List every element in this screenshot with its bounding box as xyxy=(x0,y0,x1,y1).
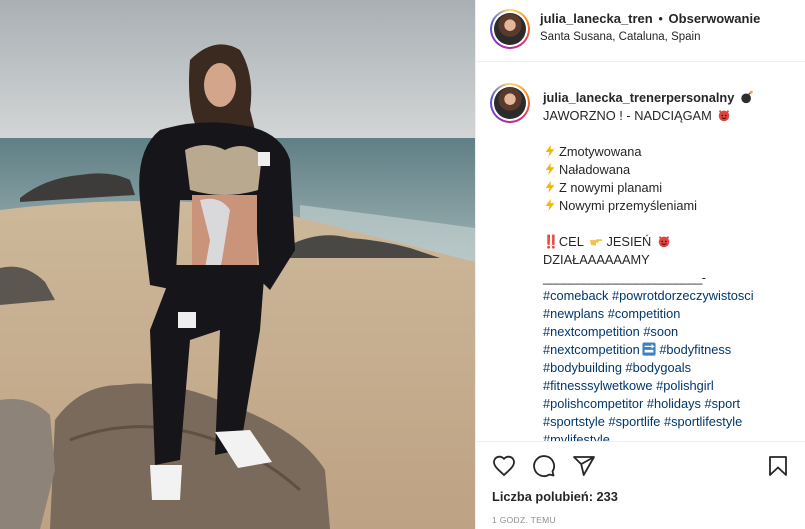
hashtag-link[interactable]: #holidays xyxy=(647,396,701,411)
hashtag-link[interactable]: #bodygoals xyxy=(626,360,691,375)
hashtag-list: #comeback #powrotdorzeczywistosci #newpl… xyxy=(543,287,798,441)
hashtag-link[interactable]: #bodybuilding xyxy=(543,360,622,375)
separator-dot: • xyxy=(658,11,663,26)
hashtag-link[interactable]: #sportlifestyle xyxy=(664,414,742,429)
hashtag-link[interactable]: #sportlife xyxy=(608,414,660,429)
devil-icon xyxy=(719,110,730,122)
lightning-icon xyxy=(545,180,555,194)
hashtag-link[interactable]: #newplans xyxy=(543,306,604,321)
hashtag-link[interactable]: #soon xyxy=(643,324,678,339)
heart-icon xyxy=(493,455,515,477)
caption-line: Zmotywowana xyxy=(559,144,642,159)
action-icons xyxy=(490,452,792,480)
pointing-hand-icon xyxy=(589,239,603,246)
follow-button[interactable]: Obserwowanie xyxy=(669,11,761,26)
lightning-icon xyxy=(545,198,555,212)
author-avatar[interactable] xyxy=(490,9,530,49)
caption-divider: ________________________- xyxy=(543,270,706,285)
like-button[interactable] xyxy=(490,452,518,480)
hashtag-link[interactable]: #comeback xyxy=(543,288,608,303)
hashtag-link[interactable]: #fitnesssylwetkowe xyxy=(543,378,653,393)
hashtag-link[interactable]: #sportstyle xyxy=(543,414,605,429)
caption-line: JESIEŃ xyxy=(606,234,652,249)
bookmark-icon xyxy=(769,456,787,476)
post-actions: Liczba polubień: 233 1 GODZ. TEMU xyxy=(476,441,805,529)
hashtag-link[interactable]: #mylifestyle xyxy=(543,432,610,441)
comment-icon xyxy=(533,455,555,477)
caption-username[interactable]: julia_lanecka_trenerpersonalny xyxy=(543,90,734,105)
caption-line: Naładowana xyxy=(559,162,631,177)
post-header: julia_lanecka_tren • Obserwowanie Santa … xyxy=(476,0,805,62)
caption-avatar[interactable] xyxy=(490,83,530,123)
hashtag-link[interactable]: #bodyfitness xyxy=(659,342,731,357)
soon-arrow-icon xyxy=(642,342,656,356)
caption-line: Z nowymi planami xyxy=(559,180,663,195)
location-link[interactable]: Santa Susana, Cataluna, Spain xyxy=(540,31,700,43)
hashtag-link[interactable]: #nextcompetition xyxy=(543,342,640,357)
hashtag-link[interactable]: #powrotdorzeczywistosci xyxy=(612,288,754,303)
caption-text: julia_lanecka_trenerpersonalny JAWORZNO … xyxy=(543,89,798,441)
caption-line: JAWORZNO ! - NADCIĄGAM xyxy=(543,108,712,123)
post-timestamp[interactable]: 1 GODZ. TEMU xyxy=(492,515,556,525)
likes-count[interactable]: Liczba polubień: 233 xyxy=(492,489,618,504)
post-sidebar: julia_lanecka_tren • Obserwowanie Santa … xyxy=(475,0,805,529)
bomb-icon xyxy=(741,90,753,104)
author-username[interactable]: julia_lanecka_tren xyxy=(540,11,653,26)
share-button[interactable] xyxy=(570,452,598,480)
hashtag-link[interactable]: #polishgirl xyxy=(656,378,714,393)
lightning-icon xyxy=(545,144,555,158)
lightning-icon xyxy=(545,162,555,176)
caption-line: ‼️CEL xyxy=(543,234,584,249)
devil-icon xyxy=(658,236,670,248)
caption-line: Nowymi przemyśleniami xyxy=(559,198,697,213)
photo-illustration xyxy=(0,0,475,529)
caption-area: julia_lanecka_trenerpersonalny JAWORZNO … xyxy=(476,63,805,441)
hashtag-link[interactable]: #nextcompetition xyxy=(543,324,640,339)
comment-button[interactable] xyxy=(530,452,558,480)
author-line: julia_lanecka_tren • Obserwowanie xyxy=(540,11,760,26)
hashtag-link[interactable]: #competition xyxy=(608,306,681,321)
caption-line: DZIAŁAAAAAAMY xyxy=(543,252,650,267)
post-photo[interactable] xyxy=(0,0,475,529)
hashtag-link[interactable]: #sport xyxy=(705,396,741,411)
share-icon xyxy=(573,456,595,476)
hashtag-link[interactable]: #polishcompetitor xyxy=(543,396,643,411)
save-button[interactable] xyxy=(764,452,792,480)
